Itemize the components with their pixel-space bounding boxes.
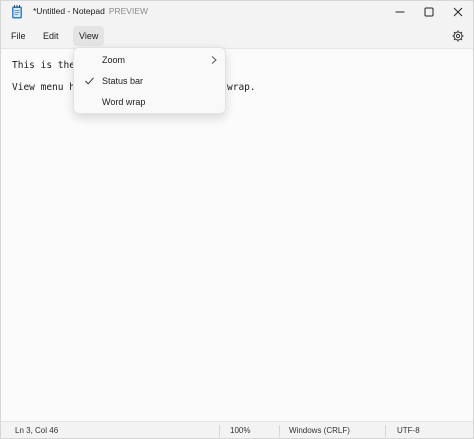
chevron-right-icon bbox=[211, 56, 217, 64]
menu-item-word-wrap[interactable]: Word wrap bbox=[78, 92, 223, 112]
menu-item-status-bar[interactable]: Status bar bbox=[78, 71, 223, 91]
title-bar: *Untitled - Notepad PREVIEW bbox=[1, 1, 473, 23]
view-dropdown-menu: Zoom Status bar Word wrap bbox=[73, 47, 226, 114]
editor-line-tail: wrap. bbox=[227, 82, 256, 93]
menu-bar: File Edit View bbox=[1, 23, 473, 49]
status-divider bbox=[219, 425, 220, 437]
notepad-app-icon bbox=[12, 5, 22, 19]
close-icon bbox=[453, 7, 463, 17]
checkmark-icon bbox=[85, 77, 94, 85]
minimize-icon bbox=[395, 11, 405, 13]
file-menu[interactable]: File bbox=[5, 26, 32, 46]
menu-item-label: Status bar bbox=[102, 76, 144, 86]
cursor-position: Ln 3, Col 46 bbox=[15, 426, 59, 435]
view-menu[interactable]: View bbox=[73, 26, 105, 46]
status-divider bbox=[279, 425, 280, 437]
preview-label: PREVIEW bbox=[108, 6, 149, 16]
text-editor[interactable]: This is the View menu h wrap. bbox=[1, 50, 473, 420]
encoding: UTF-8 bbox=[397, 426, 420, 435]
menu-item-label: Word wrap bbox=[102, 97, 146, 107]
menu-item-label: Zoom bbox=[102, 55, 126, 65]
window-title-text: *Untitled - Notepad bbox=[33, 6, 105, 16]
maximize-icon bbox=[424, 7, 434, 17]
edit-menu[interactable]: Edit bbox=[37, 26, 65, 46]
zoom-level: 100% bbox=[230, 426, 251, 435]
line-ending: Windows (CRLF) bbox=[289, 426, 350, 435]
close-button[interactable] bbox=[443, 1, 473, 23]
notepad-window: *Untitled - Notepad PREVIEW File Edit Vie… bbox=[0, 0, 474, 439]
maximize-button[interactable] bbox=[414, 1, 444, 23]
menu-item-zoom[interactable]: Zoom bbox=[78, 50, 223, 70]
editor-line-start: View menu h bbox=[12, 82, 75, 93]
settings-button[interactable] bbox=[449, 27, 467, 45]
status-bar: Ln 3, Col 46 100% Windows (CRLF) UTF-8 bbox=[1, 421, 473, 438]
window-title: *Untitled - Notepad PREVIEW bbox=[33, 6, 148, 16]
gear-icon bbox=[452, 30, 464, 42]
status-divider bbox=[385, 425, 386, 437]
minimize-button[interactable] bbox=[385, 1, 415, 23]
